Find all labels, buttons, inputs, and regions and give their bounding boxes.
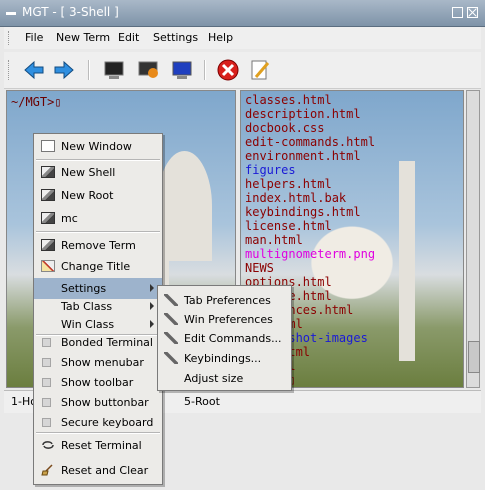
- file-entry: docbook.css: [245, 121, 325, 135]
- menu-item-change-title[interactable]: Change Title: [34, 256, 162, 277]
- file-entry: classes.html: [245, 93, 332, 107]
- tab-5-root[interactable]: 5-Root: [184, 395, 220, 408]
- cube-icon: [41, 239, 55, 251]
- window-icon: [41, 140, 55, 152]
- menu-new-term[interactable]: New Term: [56, 31, 110, 44]
- reset-icon: [42, 441, 54, 449]
- menubar: File New Term Edit Settings Help: [4, 27, 481, 49]
- menu-item-mc[interactable]: mc: [34, 208, 162, 229]
- dome-image: [157, 151, 212, 261]
- menu-item-new-shell[interactable]: New Shell: [34, 162, 162, 183]
- toolbar-separator: [204, 60, 206, 80]
- menu-item-reset-terminal[interactable]: Reset Terminal: [34, 435, 162, 456]
- cube-icon: [41, 189, 55, 201]
- terminal-icon[interactable]: [102, 58, 126, 82]
- menu-settings[interactable]: Settings: [153, 31, 198, 44]
- wrench-icon: [164, 313, 178, 325]
- cube-icon: [41, 212, 55, 224]
- submenu-arrow-icon: [150, 284, 154, 292]
- submenu-item-edit-commands[interactable]: Edit Commands...: [158, 328, 291, 348]
- arrow-left-icon[interactable]: [22, 58, 46, 82]
- context-menu: New Window New Shell New Root mc Remove …: [33, 133, 163, 485]
- file-entry: index.html.bak: [245, 191, 347, 205]
- submenu-arrow-icon: [150, 302, 154, 310]
- file-entry: man.html: [245, 233, 303, 247]
- checkbox-icon: [42, 338, 51, 347]
- broom-icon: [41, 464, 53, 476]
- terminal-prompt: ~/MGT>▯: [11, 95, 62, 109]
- submenu-item-keybindings[interactable]: Keybindings...: [158, 348, 291, 368]
- file-entry: license.html: [245, 219, 332, 233]
- toolbar: [4, 52, 481, 89]
- minaret-image: [399, 161, 415, 361]
- file-entry: helpers.html: [245, 177, 332, 191]
- menu-edit[interactable]: Edit: [118, 31, 139, 44]
- checkbox-icon: [42, 398, 51, 407]
- settings-submenu: Tab Preferences Win Preferences Edit Com…: [157, 285, 292, 391]
- menu-item-show-buttonbar[interactable]: Show buttonbar: [34, 392, 162, 413]
- wrench-icon: [164, 352, 178, 364]
- submenu-item-adjust-size[interactable]: Adjust size: [158, 368, 291, 388]
- menu-separator: [36, 231, 160, 233]
- notepad-icon[interactable]: [248, 58, 272, 82]
- file-entry: edit-commands.html: [245, 135, 376, 149]
- menu-item-show-menubar[interactable]: Show menubar: [34, 352, 162, 373]
- cube-icon: [41, 166, 55, 178]
- menu-help[interactable]: Help: [208, 31, 233, 44]
- scrollbar-thumb[interactable]: [468, 341, 480, 373]
- file-entry: environment.html: [245, 149, 361, 163]
- wrench-icon: [164, 294, 178, 306]
- menu-item-new-window[interactable]: New Window: [34, 136, 162, 157]
- terminal-blue-icon[interactable]: [170, 58, 194, 82]
- menu-separator: [36, 159, 160, 161]
- title-bar[interactable]: MGT - [ 3-Shell ]: [0, 0, 485, 27]
- terminal-scrollbar[interactable]: [466, 90, 480, 388]
- menu-file[interactable]: File: [25, 31, 43, 44]
- file-entry: NEWS: [245, 261, 274, 275]
- file-entry: multignometerm.png: [245, 247, 376, 261]
- checkbox-icon: [42, 418, 51, 427]
- menu-separator: [36, 432, 160, 434]
- menu-item-show-toolbar[interactable]: Show toolbar: [34, 372, 162, 393]
- file-entry: keybindings.html: [245, 205, 361, 219]
- menubar-grip[interactable]: [8, 31, 12, 45]
- terminal-tools-icon[interactable]: [136, 58, 160, 82]
- submenu-arrow-icon: [150, 320, 154, 328]
- submenu-item-win-preferences[interactable]: Win Preferences: [158, 309, 291, 329]
- file-entry: figures: [245, 163, 296, 177]
- menu-item-secure-keyboard[interactable]: Secure keyboard: [34, 412, 162, 433]
- toolbar-grip[interactable]: [8, 60, 12, 80]
- close-window-icon[interactable]: [467, 7, 478, 18]
- wrench-icon: [164, 332, 178, 344]
- arrow-right-icon[interactable]: [52, 58, 76, 82]
- menu-item-new-root[interactable]: New Root: [34, 185, 162, 206]
- file-entry: description.html: [245, 107, 361, 121]
- checkbox-icon: [42, 378, 51, 387]
- window-menu-icon[interactable]: [6, 12, 16, 15]
- checkbox-icon: [42, 358, 51, 367]
- window-title: MGT - [ 3-Shell ]: [22, 5, 119, 19]
- pencil-icon: [41, 260, 55, 272]
- maximize-icon[interactable]: [452, 7, 463, 18]
- menu-item-remove-term[interactable]: Remove Term: [34, 235, 162, 256]
- close-red-icon[interactable]: [216, 58, 240, 82]
- menu-item-bonded-terminal[interactable]: Bonded Terminal: [34, 332, 162, 353]
- menu-item-reset-and-clear[interactable]: Reset and Clear: [34, 460, 162, 481]
- toolbar-separator: [88, 60, 90, 80]
- submenu-item-tab-preferences[interactable]: Tab Preferences: [158, 290, 291, 310]
